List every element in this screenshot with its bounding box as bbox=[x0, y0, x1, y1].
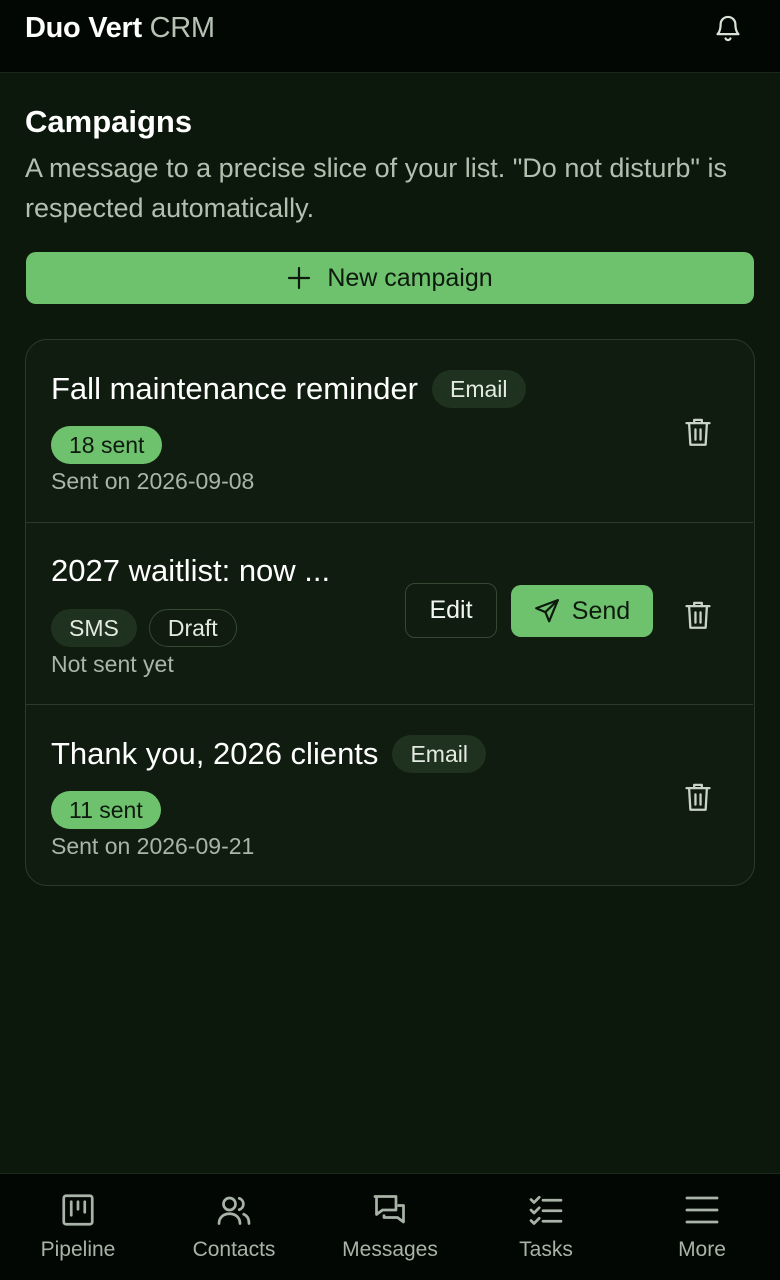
bottom-nav: Pipeline Contacts Messages Tasks More bbox=[0, 1173, 780, 1280]
sent-date: Sent on 2026-09-21 bbox=[51, 833, 255, 859]
nav-item-messages[interactable]: Messages bbox=[312, 1174, 468, 1280]
nav-item-pipeline[interactable]: Pipeline bbox=[0, 1174, 156, 1280]
nav-label: More bbox=[678, 1238, 726, 1261]
channel-badge: SMS bbox=[51, 609, 137, 647]
campaign-row[interactable]: 2027 waitlist: now ... SMS Draft Not sen… bbox=[26, 522, 753, 704]
messages-icon bbox=[373, 1195, 405, 1224]
send-label: Send bbox=[571, 596, 631, 625]
nav-label: Pipeline bbox=[40, 1238, 116, 1261]
top-bar: Duo Vert CRM bbox=[0, 0, 780, 73]
new-campaign-button[interactable]: New campaign bbox=[26, 252, 754, 304]
sent-count-badge: 18 sent bbox=[51, 426, 163, 464]
pipeline-icon bbox=[62, 1194, 94, 1226]
page-description: A message to a precise slice of your lis… bbox=[25, 153, 727, 223]
send-button[interactable]: Send bbox=[511, 585, 653, 637]
brand-suffix: CRM bbox=[149, 12, 215, 44]
plus-icon bbox=[288, 266, 311, 290]
nav-item-tasks[interactable]: Tasks bbox=[468, 1174, 624, 1280]
brand-name: Duo Vert bbox=[25, 12, 142, 44]
status-chips: 18 sent bbox=[51, 426, 163, 464]
send-icon bbox=[534, 599, 559, 623]
campaign-title: Thank you, 2026 clients bbox=[51, 736, 379, 771]
new-campaign-label: New campaign bbox=[327, 263, 493, 292]
campaign-title: Fall maintenance reminder bbox=[51, 371, 419, 406]
brand-logo[interactable]: Duo Vert CRM bbox=[25, 12, 215, 45]
channel-badge: Email bbox=[432, 370, 526, 408]
notifications-button[interactable] bbox=[710, 10, 746, 46]
page-title: Campaigns bbox=[25, 104, 193, 139]
campaign-row[interactable]: Fall maintenance reminder Email 18 sent … bbox=[26, 340, 753, 522]
nav-label: Tasks bbox=[519, 1238, 573, 1261]
nav-label: Contacts bbox=[192, 1238, 276, 1261]
edit-button[interactable]: Edit bbox=[405, 583, 497, 638]
trash-icon bbox=[685, 601, 711, 629]
menu-icon bbox=[685, 1196, 719, 1224]
sent-count-badge: 11 sent bbox=[51, 791, 161, 829]
campaign-title-line: 2027 waitlist: now ... bbox=[51, 553, 330, 589]
status-chips: SMS Draft bbox=[51, 609, 237, 647]
campaign-title-line: Thank you, 2026 clients Email bbox=[51, 735, 486, 773]
nav-label: Messages bbox=[342, 1238, 438, 1261]
bell-icon bbox=[716, 15, 740, 42]
draft-badge: Draft bbox=[148, 609, 237, 647]
campaign-row[interactable]: Thank you, 2026 clients Email 11 sent Se… bbox=[26, 704, 753, 885]
campaign-title-line: Fall maintenance reminder Email bbox=[51, 370, 526, 408]
delete-button[interactable] bbox=[682, 779, 714, 815]
send-status: Not sent yet bbox=[51, 651, 174, 677]
trash-icon bbox=[685, 418, 711, 446]
status-chips: 11 sent bbox=[51, 791, 161, 829]
nav-item-more[interactable]: More bbox=[624, 1174, 780, 1280]
sent-date: Sent on 2026-09-08 bbox=[51, 468, 255, 494]
nav-item-contacts[interactable]: Contacts bbox=[156, 1174, 312, 1280]
app-root: Duo Vert CRM Campaigns A message to a pr… bbox=[0, 0, 780, 1280]
tasks-icon bbox=[529, 1195, 563, 1225]
channel-badge: Email bbox=[392, 735, 486, 773]
campaign-list: Fall maintenance reminder Email 18 sent … bbox=[25, 339, 755, 886]
contacts-icon bbox=[217, 1196, 251, 1225]
campaign-title: 2027 waitlist: now ... bbox=[51, 553, 331, 588]
delete-button[interactable] bbox=[682, 597, 714, 633]
delete-button[interactable] bbox=[682, 414, 714, 450]
trash-icon bbox=[685, 783, 711, 811]
